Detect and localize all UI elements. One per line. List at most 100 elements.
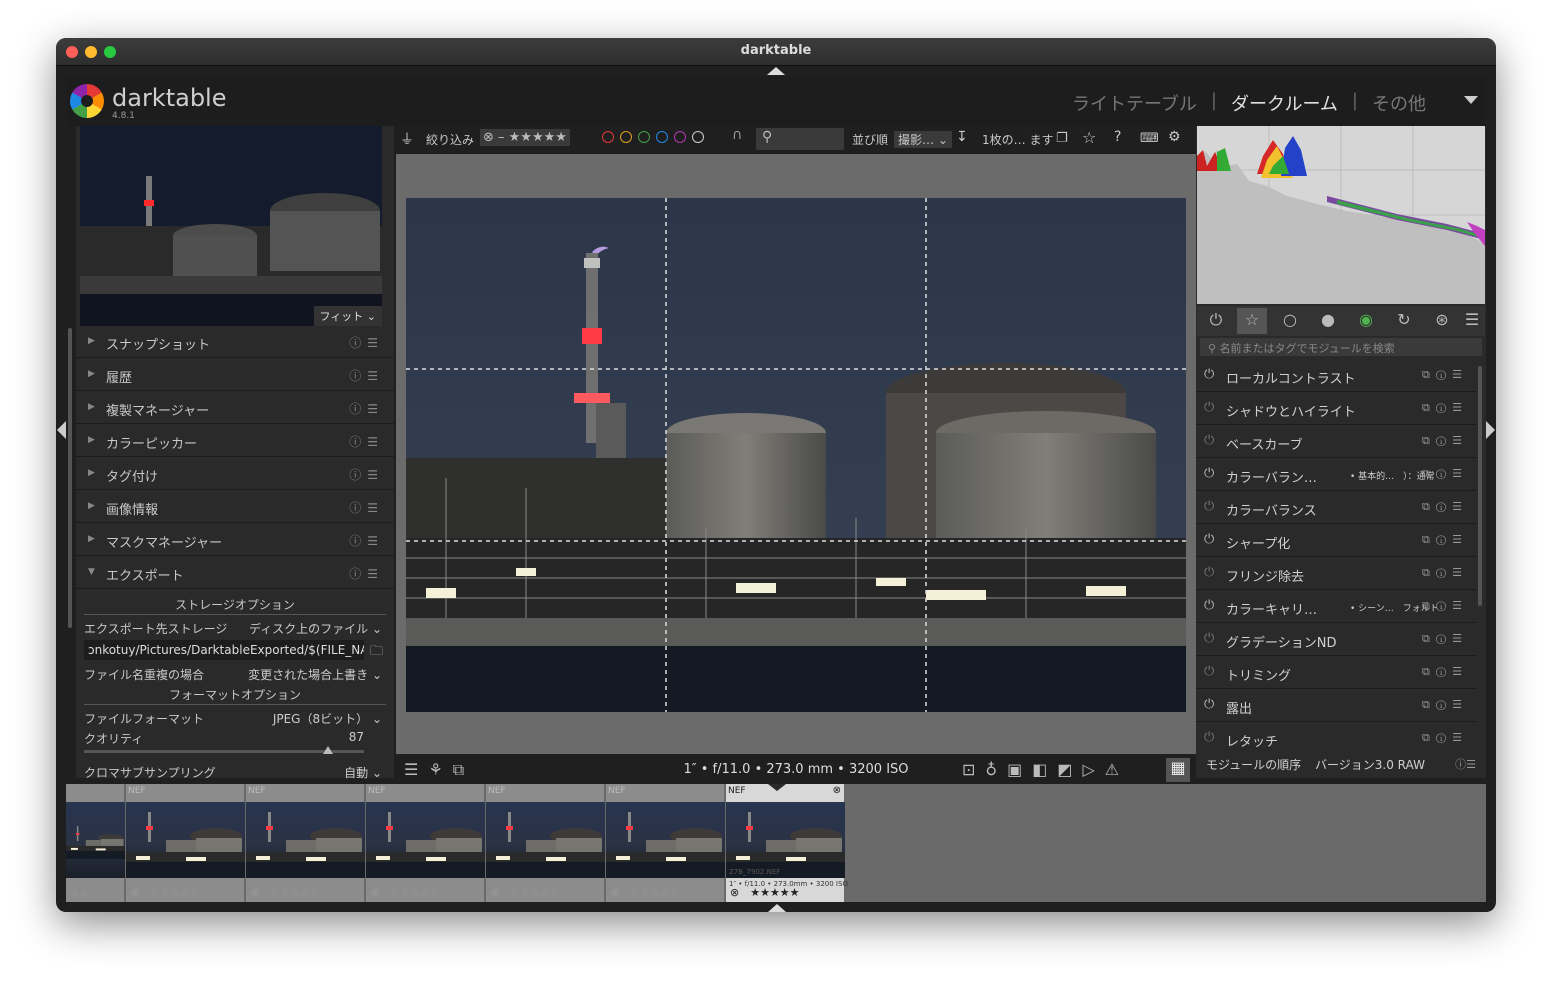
module-color-balance[interactable]: ⏻ カラーバランス ⧉ⓘ☰: [1196, 492, 1476, 524]
thumbnail-rating-stars[interactable]: ⊗ ☆☆☆☆☆: [490, 884, 560, 900]
module-actions-icons[interactable]: ⧉ⓘ☰: [1422, 434, 1468, 448]
module-order-row[interactable]: モジュールの順序 バージョン3.0 RAW ⓘ☰: [1206, 756, 1482, 773]
favorites-tab-icon[interactable]: ☆: [1237, 308, 1267, 334]
collection-search-input[interactable]: ⚲: [756, 128, 844, 150]
module-duplicate-manager[interactable]: ▶ 複製マネージャー ⓘ☰: [76, 392, 394, 424]
sort-order-icon[interactable]: ↧: [956, 129, 968, 145]
module-reset-presets-icon[interactable]: ⓘ☰: [349, 367, 384, 384]
module-actions-icons[interactable]: ⧉ⓘ☰: [1422, 368, 1468, 382]
module-shadows-highlights[interactable]: ⏻ シャドウとハイライト ⧉ⓘ☰: [1196, 393, 1476, 425]
power-icon[interactable]: ⏻: [1204, 730, 1214, 745]
color-group-tab-icon[interactable]: ◉: [1351, 310, 1381, 329]
module-actions-icons[interactable]: ⧉ⓘ☰: [1422, 698, 1468, 712]
color-label-circle-icon[interactable]: [674, 130, 686, 143]
filmstrip-thumbnail[interactable]: NEF Z7B_7902.NEF 1″ • f/11.0 • 273.0mm • 3…: [726, 784, 848, 902]
thumbnail-rating-stars[interactable]: ⊗ ☆☆☆☆☆: [370, 884, 440, 900]
target-storage-select[interactable]: エクスポート先ストレージ ディスク上のファイル ⌄: [82, 616, 388, 638]
filmstrip-thumbnail[interactable]: NEF ⊗ ☆☆☆☆☆: [366, 784, 485, 902]
module-actions-icons[interactable]: ⧉ⓘ☰: [1422, 401, 1468, 415]
module-export[interactable]: ▼ エクスポート ⓘ☰: [76, 557, 394, 589]
module-actions-icons[interactable]: ⧉ⓘ☰: [1422, 731, 1468, 745]
on-conflict-select[interactable]: ファイル名重複の場合 変更された場合上書き ⌄: [82, 662, 388, 684]
module-order-actions-icons[interactable]: ⓘ☰: [1455, 756, 1476, 772]
star-preferences-icon[interactable]: ☆: [1082, 128, 1096, 147]
export-path-input[interactable]: ɔnkotuy/Pictures/DarktableExported/$(FIL…: [84, 640, 364, 660]
module-tagging[interactable]: ▶ タグ付け ⓘ☰: [76, 458, 394, 490]
module-exposure[interactable]: ⏻ 露出 ⧉ⓘ☰: [1196, 690, 1476, 722]
reject-icon[interactable]: ⊗: [833, 785, 841, 796]
chroma-subsampling-select[interactable]: クロマサブサンプリング 自動 ⌄: [82, 760, 388, 782]
keyboard-shortcuts-icon[interactable]: ⌨: [1140, 131, 1159, 146]
grading-group-tab-icon[interactable]: ●: [1313, 310, 1343, 329]
histogram[interactable]: [1197, 126, 1485, 304]
thumbnail-rating-stars[interactable]: ⊗ ☆☆☆☆☆: [130, 884, 200, 900]
module-sharpen[interactable]: ⏻ シャープ化 ⧉ⓘ☰: [1196, 525, 1476, 557]
correct-group-tab-icon[interactable]: ↻: [1389, 310, 1419, 329]
power-icon[interactable]: ⏻: [1201, 310, 1231, 330]
module-graduated-density[interactable]: ⏻ グラデーションND ⧉ⓘ☰: [1196, 624, 1476, 656]
module-base-curve[interactable]: ⏻ ベースカーブ ⧉ⓘ☰: [1196, 426, 1476, 458]
module-actions-icons[interactable]: ⧉ⓘ☰: [1422, 566, 1468, 580]
intersection-icon[interactable]: ∩: [732, 127, 742, 143]
view-lighttable[interactable]: ライトテーブル: [1072, 90, 1197, 116]
power-icon[interactable]: ⏻: [1204, 598, 1214, 613]
power-icon[interactable]: ⏻: [1204, 631, 1214, 646]
module-defringe[interactable]: ⏻ フリンジ除去 ⧉ⓘ☰: [1196, 558, 1476, 590]
module-reset-presets-icon[interactable]: ⓘ☰: [349, 532, 384, 549]
module-history[interactable]: ▶ 履歴 ⓘ☰: [76, 359, 394, 391]
collapse-right-panel-arrow-icon[interactable]: [1486, 421, 1495, 439]
file-format-select[interactable]: ファイルフォーマット JPEG（8ビット） ⌄: [82, 706, 388, 728]
power-icon[interactable]: ⏻: [1204, 664, 1214, 679]
module-reset-presets-icon[interactable]: ⓘ☰: [349, 466, 384, 483]
module-actions-icons[interactable]: ⧉ⓘ☰: [1422, 632, 1468, 646]
presets-menu-icon[interactable]: ☰: [1457, 310, 1487, 329]
module-mask-manager[interactable]: ▶ マスクマネージャー ⓘ☰: [76, 524, 394, 556]
guides-toggle-icon[interactable]: ▦: [1166, 758, 1190, 782]
color-label-circle-icon[interactable]: [656, 130, 668, 143]
filter-icon[interactable]: ⏚: [400, 129, 414, 149]
quality-slider[interactable]: クオリティ 87: [82, 726, 388, 748]
thumbnail-rating-stars[interactable]: ☆☆: [70, 887, 90, 900]
module-actions-icons[interactable]: ⧉ⓘ☰: [1422, 467, 1468, 481]
filmstrip[interactable]: ☆☆ NEF ⊗ ☆☆☆☆☆ NEF ⊗ ☆☆☆☆☆ NEF ⊗ ☆☆☆☆☆ NEF ⊗ ☆☆☆…: [66, 784, 1486, 902]
collapse-left-panel-arrow-icon[interactable]: [57, 421, 66, 439]
power-icon[interactable]: ⏻: [1204, 466, 1214, 481]
settings-gear-icon[interactable]: ⚙: [1168, 129, 1181, 145]
filmstrip-thumbnail[interactable]: NEF ⊗ ☆☆☆☆☆: [486, 784, 605, 902]
module-reset-presets-icon[interactable]: ⓘ☰: [349, 499, 384, 516]
thumbnail-rating-stars[interactable]: ⊗ ☆☆☆☆☆: [250, 884, 320, 900]
module-reset-presets-icon[interactable]: ⓘ☰: [349, 334, 384, 351]
module-color-balance-rgb[interactable]: ⏻ カラーバラン… • 基本的… ）：通常 ⧉ⓘ☰: [1196, 459, 1476, 491]
technical-group-tab-icon[interactable]: ○: [1275, 310, 1305, 329]
navigator-preview[interactable]: フィット ⌄: [80, 126, 382, 326]
module-color-calibration[interactable]: ⏻ カラーキャリ… • シーン… フォルト ⧉ⓘ☰: [1196, 591, 1476, 623]
quality-slider-handle[interactable]: [322, 746, 333, 754]
folder-icon[interactable]: 🗀: [370, 642, 383, 664]
power-icon[interactable]: ⏻: [1204, 697, 1214, 712]
power-icon[interactable]: ⏻: [1204, 400, 1214, 415]
color-label-circle-icon[interactable]: [638, 130, 650, 143]
view-tool-icons[interactable]: ⊡♁▣◧◩▷⚠: [962, 760, 1129, 779]
rating-filter[interactable]: ⊗ – ★★★★★: [480, 129, 570, 146]
collapse-bottom-panel-arrow-icon[interactable]: [768, 904, 786, 912]
color-label-circle-icon[interactable]: [602, 130, 614, 143]
view-darkroom[interactable]: ダークルーム: [1231, 90, 1338, 116]
power-icon[interactable]: ⏻: [1204, 565, 1214, 580]
module-local-contrast[interactable]: ⏻ ローカルコントラスト ⧉ⓘ☰: [1196, 360, 1476, 392]
thumbnail-rating-stars[interactable]: ⊗ ☆☆☆☆☆: [610, 884, 680, 900]
collapse-top-panel-arrow-icon[interactable]: [767, 67, 785, 75]
color-label-filter[interactable]: [602, 129, 710, 143]
right-panel-scrollbar[interactable]: [1478, 366, 1482, 606]
module-image-information[interactable]: ▶ 画像情報 ⓘ☰: [76, 491, 394, 523]
grouping-icon[interactable]: ❐: [1056, 131, 1068, 146]
filmstrip-thumbnail[interactable]: NEF ⊗ ☆☆☆☆☆: [606, 784, 725, 902]
power-icon[interactable]: ⏻: [1204, 532, 1214, 547]
help-button[interactable]: ?: [1114, 129, 1121, 145]
edited-photo[interactable]: [406, 198, 1186, 712]
module-actions-icons[interactable]: ⧉ⓘ☰: [1422, 599, 1468, 613]
module-reset-presets-icon[interactable]: ⓘ☰: [349, 565, 384, 582]
filmstrip-thumbnail[interactable]: ☆☆: [66, 784, 125, 902]
navigator-zoom-dropdown[interactable]: フィット ⌄: [313, 306, 382, 326]
module-actions-icons[interactable]: ⧉ⓘ☰: [1422, 500, 1468, 514]
power-icon[interactable]: ⏻: [1204, 499, 1214, 514]
